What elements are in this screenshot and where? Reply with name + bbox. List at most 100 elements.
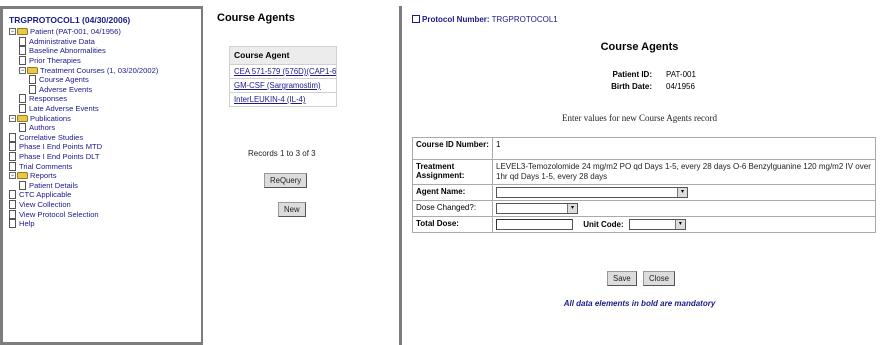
tree-node-label[interactable]: View Protocol Selection [19, 210, 99, 219]
tree-node-label[interactable]: Baseline Abnormalities [29, 46, 106, 55]
document-icon [9, 199, 16, 209]
document-icon [19, 46, 26, 56]
tree-node[interactable]: Baseline Abnormalities [9, 46, 201, 56]
tree-node-label[interactable]: Phase I End Points MTD [19, 142, 102, 151]
tree-node-label[interactable]: Prior Therapies [29, 56, 81, 65]
course-agent-form: Course ID Number: 1 Treatment Assignment… [412, 137, 876, 233]
new-button[interactable]: New [278, 202, 306, 217]
patient-id-value: PAT-001 [666, 70, 696, 79]
tree-node-label[interactable]: Course Agents [39, 75, 89, 84]
tree-node[interactable]: Patient Details [9, 180, 201, 191]
folder-icon [17, 114, 28, 122]
document-icon [9, 219, 16, 229]
tree-node-label[interactable]: Trial Comments [19, 162, 72, 171]
tree-node[interactable]: − Reports [9, 171, 201, 181]
expand-collapse-icon[interactable]: − [19, 66, 26, 74]
birth-date-value: 04/1956 [666, 82, 695, 91]
agent-link[interactable]: CEA 571-579 (576D)(CAP1-6D) [230, 64, 336, 78]
total-dose-input[interactable] [496, 219, 573, 230]
tree-node-label[interactable]: CTC Applicable [19, 190, 71, 199]
tree-node-label[interactable]: Publications [30, 114, 71, 123]
document-icon [29, 75, 36, 85]
tree-node[interactable]: Late Adverse Events [9, 104, 201, 114]
tree-node[interactable]: Phase I End Points DLT [9, 152, 201, 162]
tree-nodes: − Patient (PAT-001, 04/1956) Administrativ… [9, 27, 201, 229]
tree-node[interactable]: Responses [9, 94, 201, 104]
document-icon [9, 142, 16, 152]
total-dose-label: Total Dose: [412, 216, 493, 233]
requery-button[interactable]: ReQuery [264, 173, 308, 188]
protocol-number-label: Protocol Number: [422, 15, 490, 24]
tree-node-label[interactable]: Phase I End Points DLT [19, 152, 99, 161]
document-icon [9, 161, 16, 171]
tree-node-label[interactable]: Authors [29, 123, 55, 132]
tree-node[interactable]: View Protocol Selection [9, 209, 201, 219]
tree-node[interactable]: − Treatment Courses (1, 03/20/2002) [9, 65, 201, 75]
tree-node-label[interactable]: Help [19, 219, 35, 228]
dose-changed-cell: ▾ [492, 200, 876, 217]
agent-name-label: Agent Name: [412, 184, 493, 201]
tree-node-label[interactable]: Late Adverse Events [29, 104, 99, 113]
document-icon [19, 36, 26, 46]
expand-box-icon[interactable] [412, 15, 420, 23]
tree-node-label[interactable]: Treatment Courses (1, 03/20/2002) [40, 66, 158, 75]
document-icon [9, 152, 16, 162]
folder-icon [17, 172, 28, 180]
agent-name-select[interactable]: ▾ [496, 187, 688, 198]
dropdown-arrow-icon: ▾ [677, 188, 687, 197]
agent-link[interactable]: InterLEUKIN-4 (IL-4) [230, 92, 336, 106]
tree-node[interactable]: Help [9, 219, 201, 229]
tree-node[interactable]: Phase I End Points MTD [9, 142, 201, 152]
unit-code-select[interactable]: ▾ [628, 219, 686, 230]
expand-collapse-icon[interactable]: − [9, 28, 16, 36]
tree-node-label[interactable]: Patient (PAT-001, 04/1956) [30, 27, 121, 36]
course-id-label: Course ID Number: [412, 137, 493, 160]
form-title: Course Agents [600, 41, 679, 53]
document-icon [9, 190, 16, 200]
unit-code-label: Unit Code: [583, 219, 624, 229]
tree-node[interactable]: Administrative Data [9, 36, 201, 47]
tree-node-label[interactable]: View Collection [19, 200, 71, 209]
tree-node[interactable]: − Publications [9, 113, 201, 123]
protocol-tree-title[interactable]: TRGPROTOCOL1 (04/30/2006) [9, 15, 201, 25]
tree-node-label[interactable]: Administrative Data [29, 37, 95, 46]
save-button[interactable]: Save [607, 271, 637, 286]
tree-node-label[interactable]: Reports [30, 171, 57, 180]
expand-collapse-icon[interactable]: − [9, 114, 16, 122]
expand-collapse-icon[interactable]: − [9, 172, 16, 180]
tree-node-label[interactable]: Patient Details [29, 181, 78, 190]
tree-node-label[interactable]: Responses [29, 94, 67, 103]
tree-node[interactable]: − Patient (PAT-001, 04/1956) [9, 27, 201, 37]
navigation-tree-panel: TRGPROTOCOL1 (04/30/2006) − Patient (PAT-… [0, 6, 203, 345]
folder-icon [27, 66, 38, 74]
document-icon [19, 104, 26, 114]
folder-icon [17, 28, 28, 36]
dropdown-arrow-icon: ▾ [567, 204, 577, 213]
tree-node[interactable]: Authors [9, 123, 201, 133]
document-icon [19, 94, 26, 104]
birth-date-label: Birth Date: [611, 82, 652, 91]
tree-node[interactable]: Adverse Events [9, 84, 201, 95]
mandatory-note: All data elements in bold are mandatory [563, 299, 716, 308]
agent-name-cell: ▾ [492, 184, 876, 201]
treatment-assignment-value: LEVEL3-Temozolomide 24 mg/m2 PO qd Days … [492, 159, 876, 185]
tree-node[interactable]: CTC Applicable [9, 190, 201, 200]
patient-info: Patient ID: PAT-001 Birth Date: 04/1956 [572, 70, 696, 94]
tree-node[interactable]: Course Agents [9, 75, 201, 85]
tree-node[interactable]: Prior Therapies [9, 56, 201, 66]
document-icon [9, 209, 16, 219]
agent-link[interactable]: GM-CSF (Sargramostim) [230, 78, 336, 92]
document-icon [29, 84, 36, 94]
document-icon [19, 56, 26, 66]
document-icon [9, 132, 16, 142]
dose-changed-label: Dose Changed?: [412, 200, 493, 217]
tree-node[interactable]: Correlative Studies [9, 132, 201, 143]
tree-node-label[interactable]: Adverse Events [39, 85, 92, 94]
tree-node[interactable]: View Collection [9, 199, 201, 210]
tree-node-label[interactable]: Correlative Studies [19, 133, 83, 142]
course-agent-table: Course Agent CEA 571-579 (576D)(CAP1-6D)… [229, 46, 337, 107]
close-button[interactable]: Close [643, 271, 675, 286]
tree-node[interactable]: Trial Comments [9, 161, 201, 171]
form-instruction: Enter values for new Course Agents recor… [562, 113, 717, 123]
dose-changed-select[interactable]: ▾ [496, 203, 578, 214]
